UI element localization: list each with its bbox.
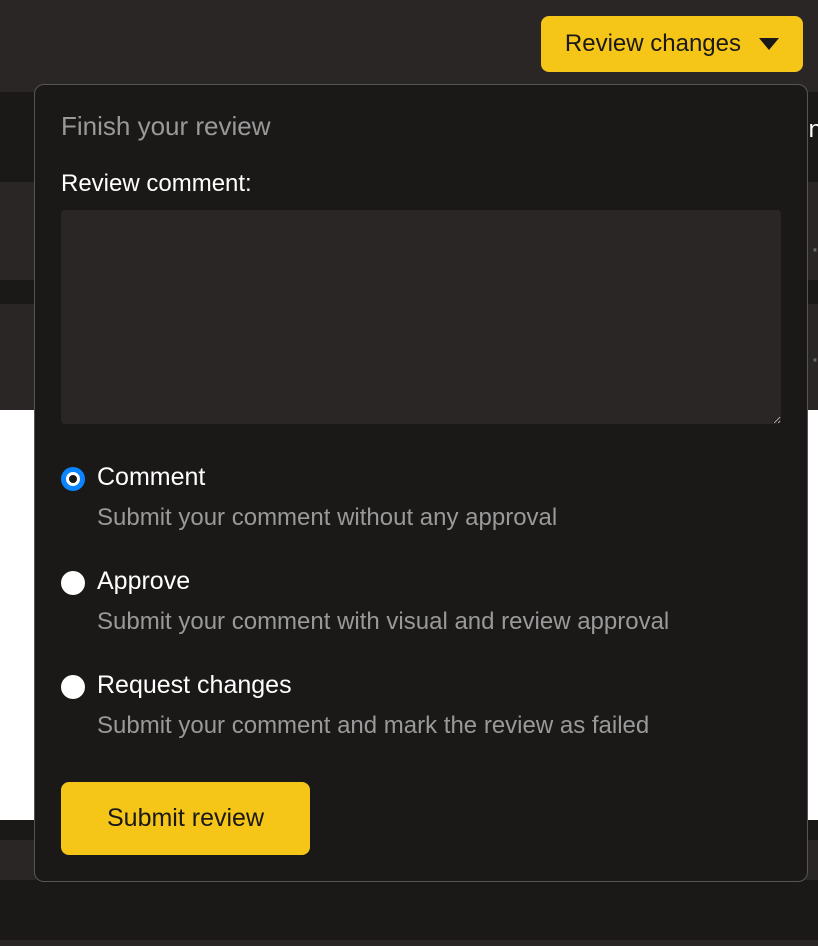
radio-content: Request changes Submit your comment and … [97, 671, 781, 741]
ellipsis-icon: · [810, 232, 818, 266]
radio-description: Submit your comment with visual and revi… [97, 606, 781, 637]
radio-label: Comment [97, 463, 781, 492]
radio-label: Request changes [97, 671, 781, 700]
review-changes-button[interactable]: Review changes [541, 16, 803, 72]
radio-description: Submit your comment and mark the review … [97, 710, 781, 741]
comment-label: Review comment: [61, 170, 781, 198]
ellipsis-icon: · [810, 342, 818, 376]
review-comment-textarea[interactable] [61, 210, 781, 424]
popover-title: Finish your review [61, 111, 781, 142]
review-popover: Finish your review Review comment: Comme… [34, 84, 808, 882]
radio-content: Approve Submit your comment with visual … [97, 567, 781, 637]
radio-unselected-icon[interactable] [61, 675, 85, 699]
bg-stripe [0, 880, 818, 940]
submit-review-button[interactable]: Submit review [61, 782, 310, 855]
radio-label: Approve [97, 567, 781, 596]
radio-description: Submit your comment without any approval [97, 502, 781, 533]
radio-content: Comment Submit your comment without any … [97, 463, 781, 533]
radio-option-approve[interactable]: Approve Submit your comment with visual … [61, 567, 781, 637]
caret-down-icon [759, 38, 779, 50]
radio-selected-icon[interactable] [61, 467, 85, 491]
radio-option-comment[interactable]: Comment Submit your comment without any … [61, 463, 781, 533]
review-changes-label: Review changes [565, 30, 741, 58]
radio-option-request-changes[interactable]: Request changes Submit your comment and … [61, 671, 781, 741]
radio-unselected-icon[interactable] [61, 571, 85, 595]
